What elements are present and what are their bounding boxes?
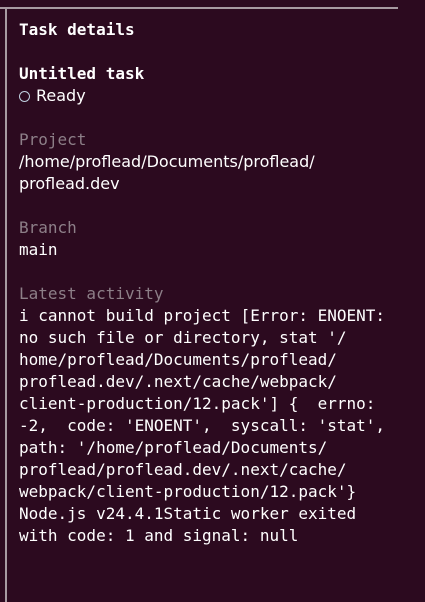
activity-line: Node.js v24.4.1Static worker exited — [19, 504, 357, 523]
status-label: Ready — [36, 86, 86, 105]
activity-line: no such file or directory, stat '/ — [19, 328, 347, 347]
activity-label: Latest activity — [19, 284, 164, 303]
activity-line: proflead/proflead.dev/.next/cache/ — [19, 460, 347, 479]
left-divider — [5, 7, 7, 602]
activity-line: i cannot build project [Error: ENOENT: — [19, 306, 386, 325]
activity-line: proflead.dev/.next/cache/webpack/ — [19, 372, 337, 391]
activity-line: path: '/home/proflead/Documents/ — [19, 438, 328, 457]
activity-line: home/proflead/Documents/proflead/ — [19, 350, 337, 369]
activity-line: webpack/client-production/12.pack'} — [19, 482, 357, 501]
branch-value: main — [19, 240, 58, 259]
activity-line: -2, code: 'ENOENT', syscall: 'stat', — [19, 416, 386, 435]
activity-line: client-production/12.pack'] { errno: — [19, 394, 376, 413]
activity-section: Latest activity i cannot build project [… — [19, 283, 414, 547]
status-circle-icon — [19, 90, 30, 102]
top-divider — [0, 7, 398, 9]
branch-label: Branch — [19, 218, 77, 237]
project-section: Project /home/proflead/Documents/proflea… — [19, 129, 414, 195]
task-status: Ready — [19, 85, 414, 107]
project-path-line-2: proflead.dev — [19, 174, 120, 193]
project-label: Project — [19, 130, 87, 149]
activity-line: with code: 1 and signal: null — [19, 526, 299, 545]
task-details-panel: Task details Untitled task Ready Project… — [19, 19, 414, 547]
branch-section: Branch main — [19, 217, 414, 261]
task-name: Untitled task — [19, 64, 145, 83]
panel-title: Task details — [19, 20, 135, 39]
activity-log: i cannot build project [Error: ENOENT: n… — [19, 305, 414, 547]
project-path-line-1: /home/proflead/Documents/proflead/ — [19, 152, 315, 171]
